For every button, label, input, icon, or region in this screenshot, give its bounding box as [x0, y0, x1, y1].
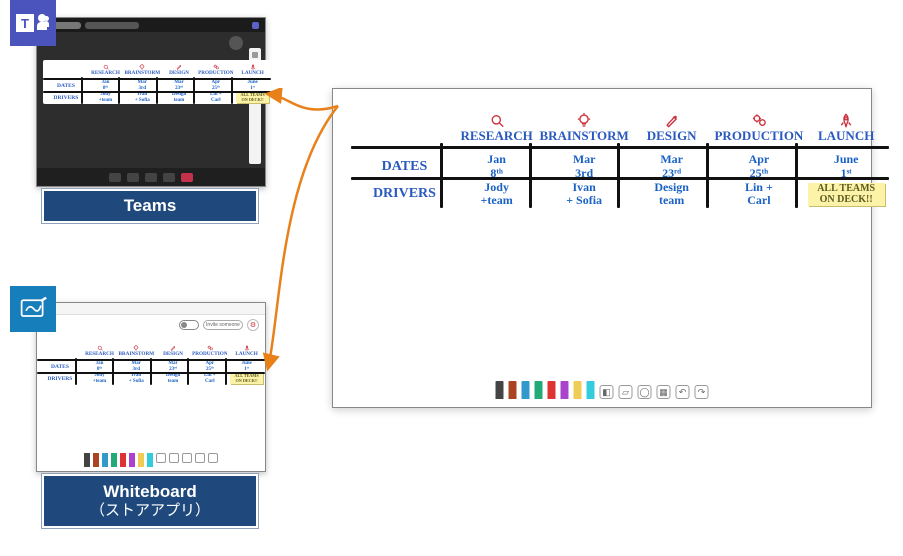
driver-design: Designteam: [161, 91, 198, 104]
pen-red-icon[interactable]: [548, 381, 556, 399]
driver-production: Lin +Carl: [197, 91, 234, 104]
teams-label: Teams: [42, 189, 258, 223]
driver-design: Designteam: [155, 372, 192, 385]
redo-icon[interactable]: ↷: [695, 385, 709, 399]
driver-brainstorm: Ivan+ Sofia: [539, 181, 628, 209]
eraser-icon[interactable]: ◧: [600, 385, 614, 399]
tool-tray-big[interactable]: ◧ ▱ ◯ ▦ ↶ ↷: [496, 381, 709, 399]
pen-green-icon[interactable]: [535, 381, 543, 399]
driver-launch: ALL TEAMS ON DECK!!: [228, 372, 265, 385]
ruler-icon[interactable]: ▱: [619, 385, 633, 399]
settings-icon: ⚙: [247, 319, 259, 331]
date-production: Apr25ᵗʰ: [197, 80, 234, 91]
row-label-drivers: DRIVERS: [351, 181, 454, 209]
date-design: Mar23ʳᵈ: [155, 361, 192, 372]
driver-production: Lin +Carl: [714, 181, 803, 209]
date-design: Mar23ʳᵈ: [161, 80, 198, 91]
toggle-icon: [179, 320, 199, 330]
driver-research: Jody+team: [454, 181, 540, 209]
highlighter-yellow-icon[interactable]: [574, 381, 582, 399]
date-launch: June1ˢᵗ: [234, 80, 271, 91]
date-production: Apr25ᵗʰ: [191, 361, 228, 372]
pen-blue-icon[interactable]: [522, 381, 530, 399]
whiteboard-thumbnail: Invite someone ⚙ RESEARCHBRAINSTORMDESIG…: [36, 302, 266, 472]
driver-production: Lin +Carl: [191, 372, 228, 385]
driver-launch: ALL TEAMS ON DECK!!: [234, 91, 271, 104]
lasso-icon[interactable]: ◯: [638, 385, 652, 399]
teams-logo: T: [10, 0, 56, 46]
col-header-launch: LAUNCH: [228, 341, 265, 361]
wb-thumb-board: RESEARCHBRAINSTORMDESIGNPRODUCTIONLAUNCH…: [37, 341, 265, 385]
whiteboard-label: Whiteboard （ストアアプリ）: [42, 474, 258, 528]
date-launch: June1ˢᵗ: [228, 361, 265, 372]
tool-tray-thumb: [84, 453, 218, 467]
sticky-note: ALL TEAMS ON DECK!!: [230, 373, 263, 384]
col-header-production: PRODUCTION: [197, 60, 234, 80]
pen-black-icon[interactable]: [496, 381, 504, 399]
col-header-design: DESIGN: [155, 341, 192, 361]
driver-launch: ALL TEAMS ON DECK!!: [803, 181, 889, 209]
big-whiteboard: RESEARCHBRAINSTORMDESIGNPRODUCTIONLAUNCH…: [332, 88, 872, 408]
pen-purple-icon[interactable]: [561, 381, 569, 399]
add-icon[interactable]: ▦: [657, 385, 671, 399]
col-header-design: DESIGN: [161, 60, 198, 80]
sticky-note: ALL TEAMS ON DECK!!: [808, 183, 885, 206]
driver-design: Designteam: [629, 181, 715, 209]
pen-brown-icon[interactable]: [509, 381, 517, 399]
invite-pill: Invite someone: [203, 320, 243, 330]
col-header-production: PRODUCTION: [191, 341, 228, 361]
teams-thumbnail: RESEARCHBRAINSTORMDESIGNPRODUCTIONLAUNCH…: [36, 17, 266, 187]
highlighter-teal-icon[interactable]: [587, 381, 595, 399]
big-board: RESEARCHBRAINSTORMDESIGNPRODUCTIONLAUNCH…: [351, 103, 889, 208]
sticky-note: ALL TEAMS ON DECK!!: [236, 92, 269, 103]
undo-icon[interactable]: ↶: [676, 385, 690, 399]
teams-thumb-board: RESEARCHBRAINSTORMDESIGNPRODUCTIONLAUNCH…: [43, 60, 271, 104]
whiteboard-logo: [10, 286, 56, 332]
col-header-launch: LAUNCH: [234, 60, 271, 80]
